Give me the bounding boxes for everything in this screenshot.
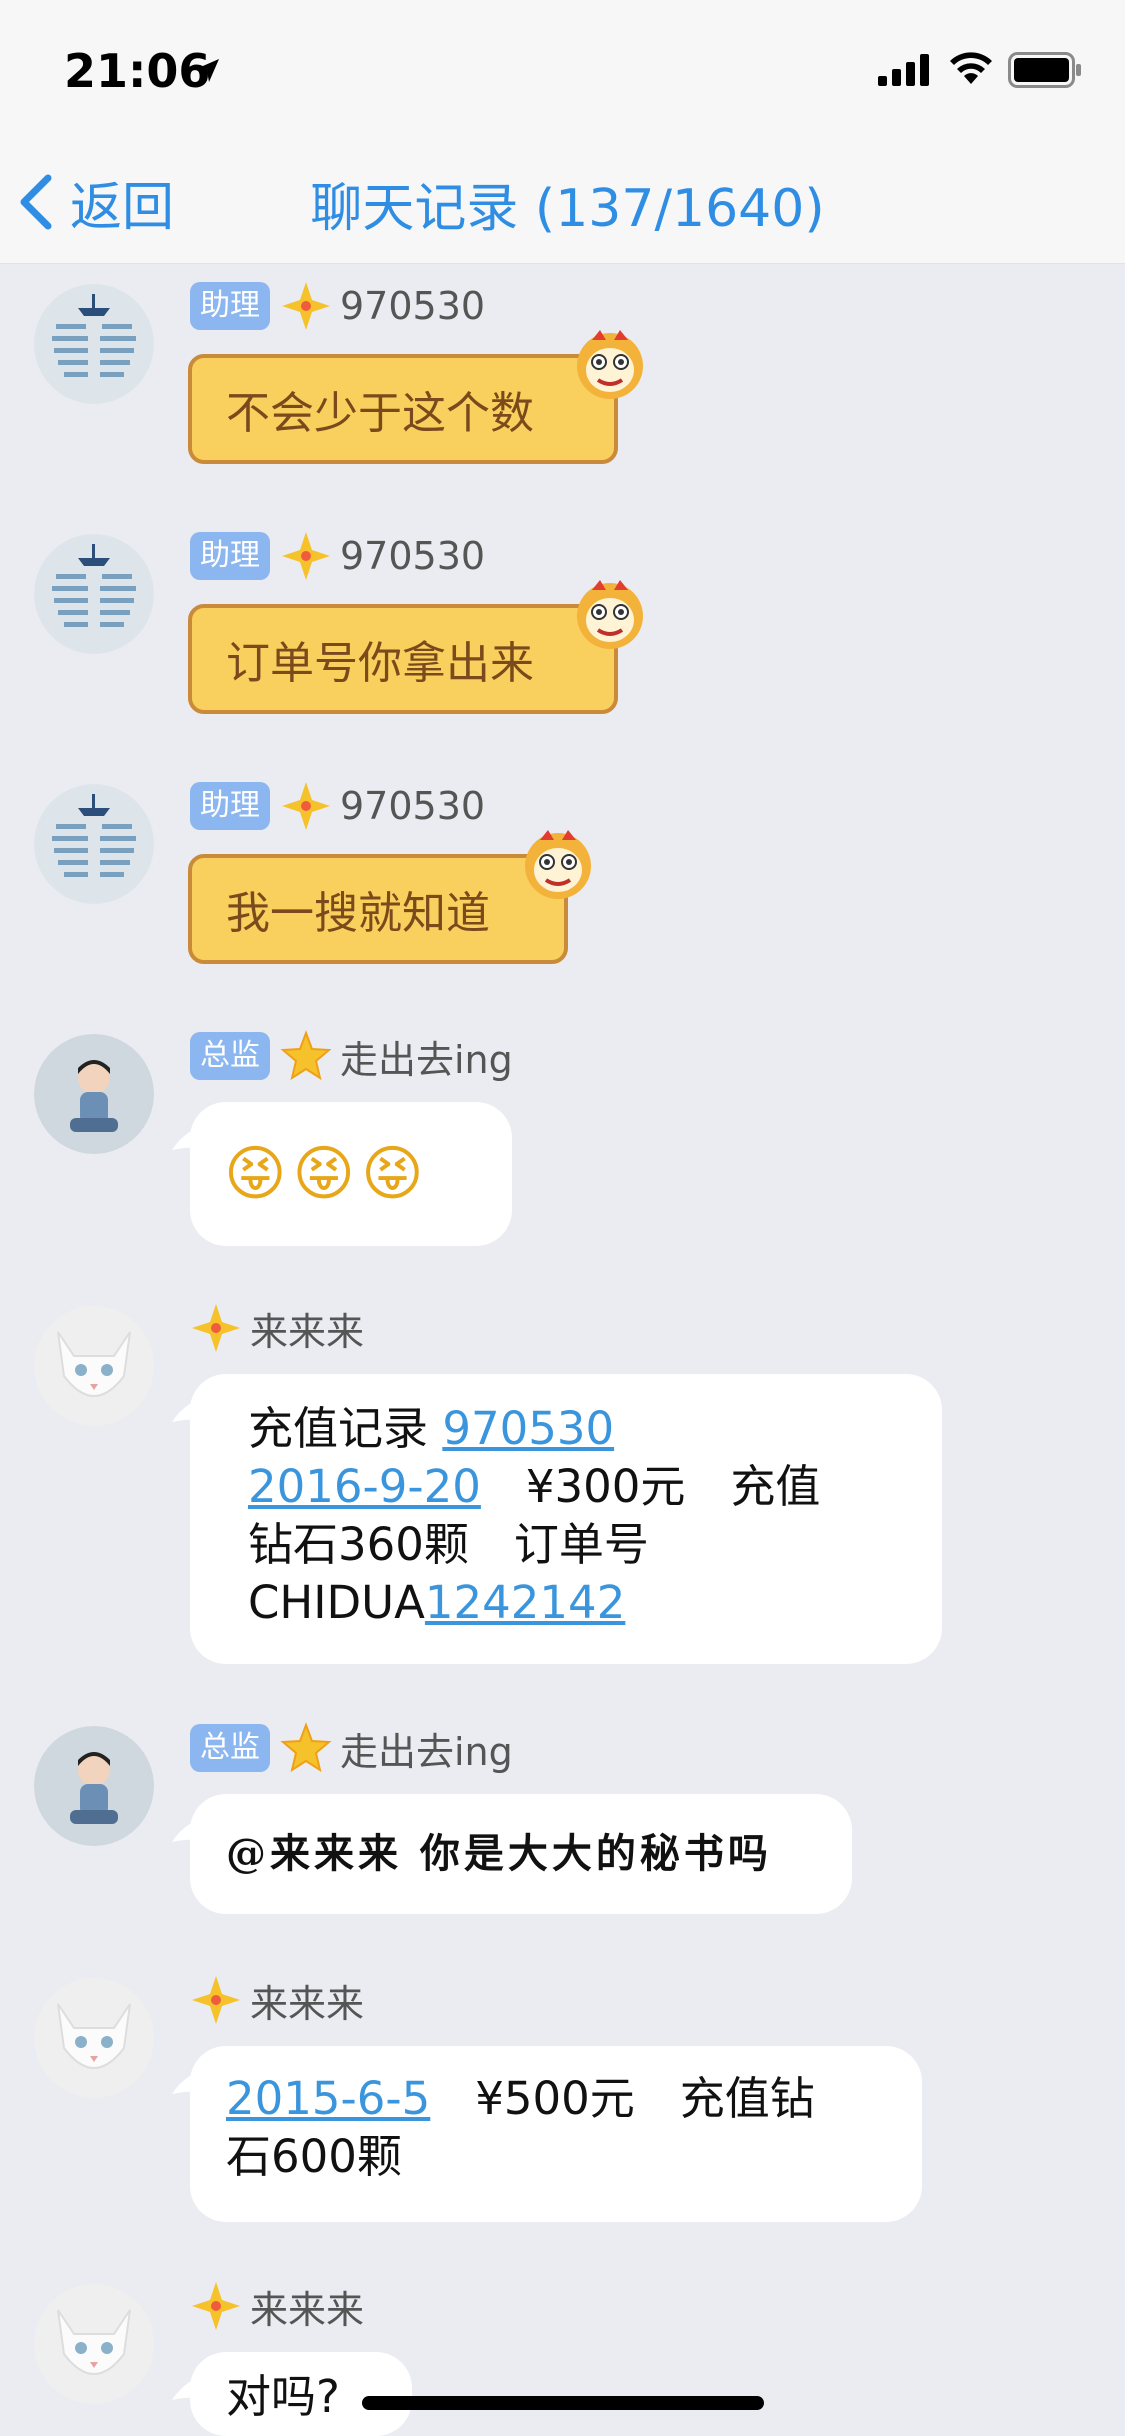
- role-badge: 助理: [190, 282, 270, 330]
- avatar[interactable]: [34, 1034, 154, 1154]
- sender-name: 970530: [340, 534, 486, 578]
- message-text: ¥500元 充值钻: [430, 2072, 815, 2125]
- message-bubble[interactable]: 😝😝😝: [190, 1102, 512, 1246]
- message-link[interactable]: 2016-9-20: [248, 1460, 481, 1513]
- message-bubble[interactable]: 我一搜就知道: [188, 854, 568, 964]
- status-bar: 21:06: [0, 0, 1125, 140]
- wifi-icon: [950, 52, 992, 84]
- level-star-icon: [280, 1722, 332, 1773]
- level-diamond-icon: [282, 532, 330, 580]
- message-bubble[interactable]: 不会少于这个数: [188, 354, 618, 464]
- message-text: @来来来 你是大大的秘书吗: [226, 1830, 772, 1877]
- avatar[interactable]: [34, 284, 154, 404]
- message-text: 不会少于这个数: [226, 388, 534, 439]
- page-title: 聊天记录 (137/1640): [310, 179, 825, 239]
- level-star-icon: [280, 1030, 332, 1081]
- level-diamond-icon: [282, 782, 330, 830]
- avatar[interactable]: [34, 534, 154, 654]
- home-indicator[interactable]: [362, 2396, 764, 2410]
- message-text: 😝😝😝: [224, 1139, 430, 1209]
- signal-icon: [878, 54, 929, 86]
- message-line: 钻石360颗 订单号: [248, 1516, 884, 1574]
- message-line: 2016-9-20 ¥300元 充值: [248, 1458, 884, 1516]
- lion-head-icon: [525, 830, 591, 899]
- role-badge: 总监: [190, 1724, 270, 1772]
- message-text: 石600颗: [226, 2130, 402, 2183]
- status-time: 21:06: [64, 44, 211, 98]
- avatar[interactable]: [34, 1726, 154, 1846]
- avatar[interactable]: [34, 1306, 154, 1426]
- sender-name: 来来来: [250, 2287, 365, 2332]
- sender-name: 来来来: [250, 1309, 365, 1354]
- message-line: 充值记录 970530: [248, 1400, 884, 1458]
- lion-head-icon: [577, 330, 643, 399]
- message-text: 我一搜就知道: [226, 888, 490, 939]
- battery-icon: [1008, 52, 1081, 88]
- message-bubble[interactable]: 充值记录 970530 2016-9-20 ¥300元 充值 钻石360颗 订单…: [190, 1374, 942, 1664]
- sender-name: 970530: [340, 284, 486, 328]
- message-text: 钻石360颗 订单号: [248, 1518, 649, 1571]
- sender-name: 970530: [340, 784, 486, 828]
- lion-head-icon: [577, 580, 643, 649]
- message-link[interactable]: 1242142: [425, 1576, 625, 1629]
- message-bubble[interactable]: 2015-6-5 ¥500元 充值钻 石600颗: [190, 2046, 922, 2222]
- role-badge: 助理: [190, 532, 270, 580]
- message-text: ¥300元 充值: [480, 1460, 821, 1513]
- avatar[interactable]: [34, 784, 154, 904]
- message-link[interactable]: 970530: [442, 1402, 614, 1455]
- message-bubble[interactable]: 订单号你拿出来: [188, 604, 618, 714]
- message-bubble[interactable]: @来来来 你是大大的秘书吗: [190, 1794, 852, 1914]
- level-diamond-icon: [192, 1976, 240, 2024]
- message-link[interactable]: 2015-6-5: [226, 2072, 430, 2125]
- nav-bar: 返回 聊天记录 (137/1640): [0, 140, 1125, 264]
- avatar[interactable]: [34, 1978, 154, 2098]
- message-text: 对吗?: [226, 2370, 340, 2423]
- level-diamond-icon: [282, 282, 330, 330]
- message-text: 订单号你拿出来: [226, 638, 534, 689]
- location-arrow-icon: [196, 59, 219, 82]
- message-line: 2015-6-5 ¥500元 充值钻: [226, 2070, 886, 2128]
- sender-name: 来来来: [250, 1981, 365, 2026]
- message-line: 石600颗: [226, 2128, 886, 2186]
- message-line: CHIDUA1242142: [248, 1574, 884, 1632]
- level-diamond-icon: [192, 2282, 240, 2330]
- role-badge: 总监: [190, 1032, 270, 1080]
- sender-name: 走出去ing: [340, 1037, 513, 1082]
- message-text: 充值记录: [248, 1402, 443, 1455]
- role-badge: 助理: [190, 782, 270, 830]
- avatar[interactable]: [34, 2284, 154, 2404]
- message-text: CHIDUA: [248, 1576, 425, 1629]
- level-diamond-icon: [192, 1304, 240, 1352]
- message-bubble[interactable]: 对吗?: [190, 2352, 412, 2436]
- sender-name: 走出去ing: [340, 1729, 513, 1774]
